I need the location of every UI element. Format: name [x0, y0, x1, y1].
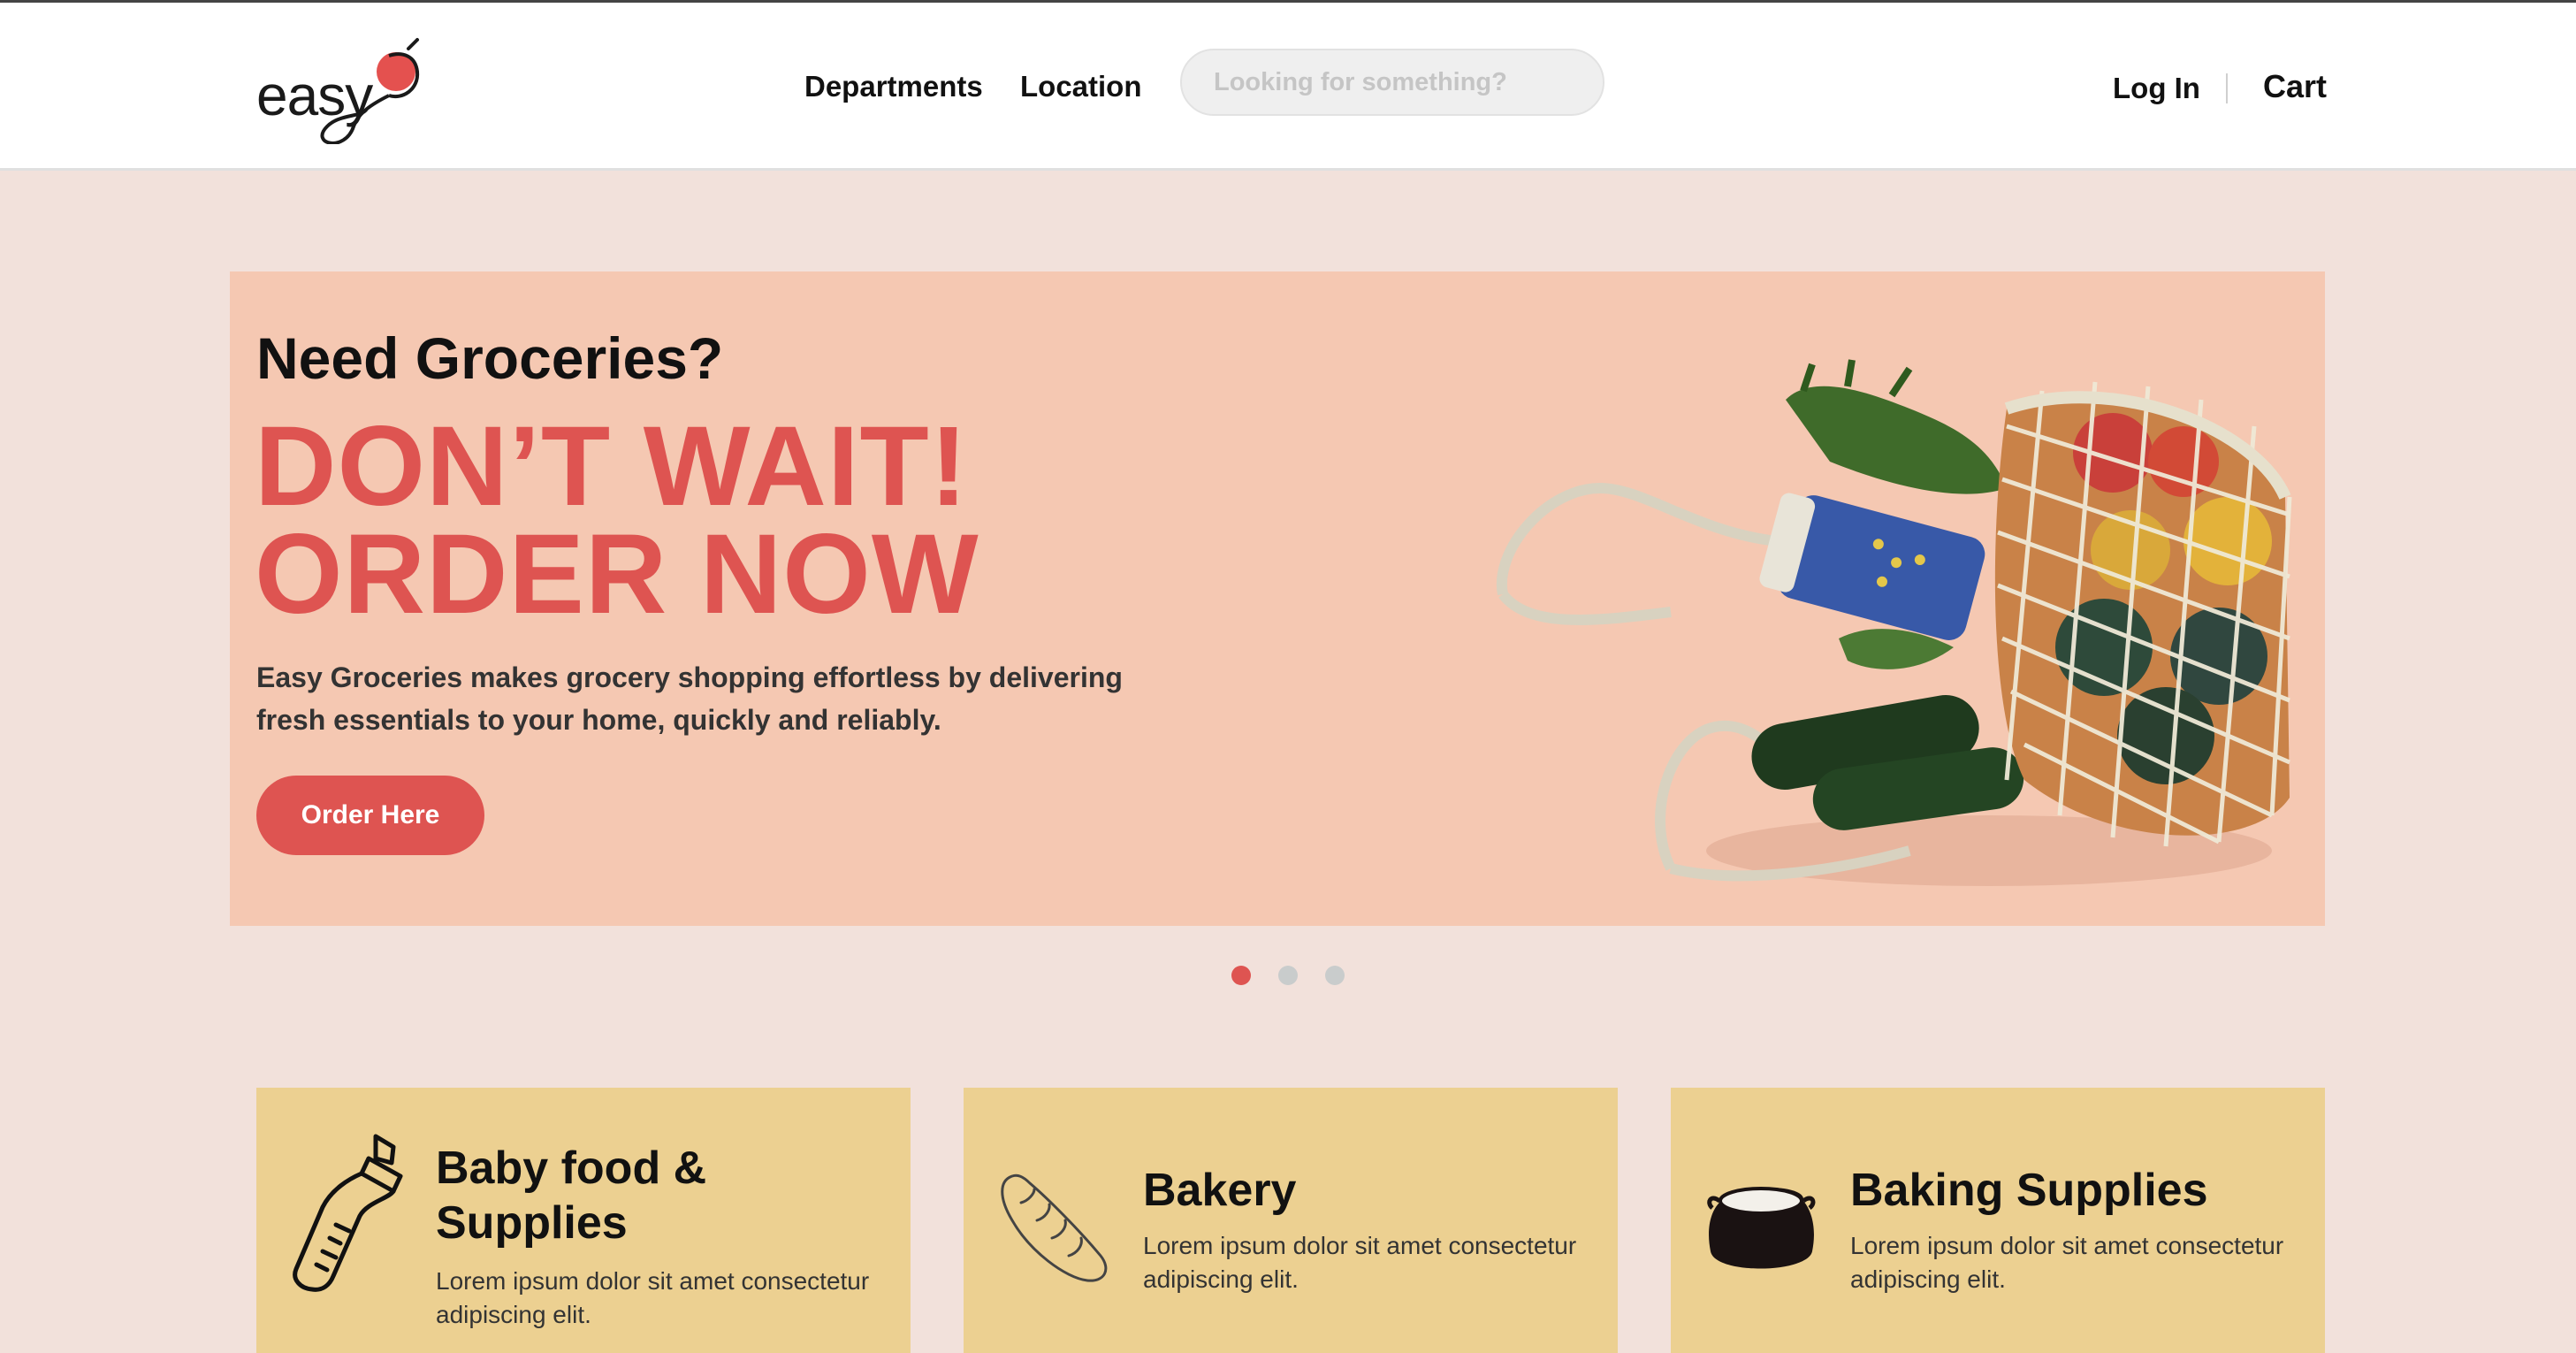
hero-headline: DON’T WAIT! ORDER NOW [255, 403, 1315, 638]
site-header: easy Departments Location Log In Cart [0, 3, 2576, 171]
category-title: Bakery [1143, 1165, 1297, 1216]
site-logo[interactable]: easy [256, 29, 451, 144]
nav-departments[interactable]: Departments [804, 70, 983, 103]
category-description: Lorem ipsum dolor sit amet consectetur a… [1143, 1232, 1577, 1293]
carousel-dot-3[interactable] [1325, 966, 1345, 985]
header-divider [2226, 73, 2228, 103]
category-description: Lorem ipsum dolor sit amet consectetur a… [436, 1267, 870, 1328]
category-description: Lorem ipsum dolor sit amet consectetur a… [1850, 1232, 2284, 1293]
carousel-dot-1[interactable] [1231, 966, 1251, 985]
logo-wordmark: easy [256, 64, 373, 127]
carousel-dot-2[interactable] [1278, 966, 1298, 985]
nav-location[interactable]: Location [1020, 70, 1142, 103]
hero-banner: Need Groceries? DON’T WAIT! ORDER NOW Ea… [230, 271, 2325, 926]
hero-kicker: Need Groceries? [256, 325, 724, 391]
search-input[interactable] [1180, 49, 1604, 116]
category-card-baby-food[interactable]: Baby food & Supplies Lorem ipsum dolor s… [256, 1088, 911, 1353]
flour-sack-icon [1707, 1187, 1816, 1269]
cart-link[interactable]: Cart [2263, 68, 2327, 105]
hero-description: Easy Groceries makes grocery shopping ef… [256, 661, 1123, 736]
grocery-bag-image [1496, 359, 2292, 886]
hero-headline-line-2: ORDER NOW [255, 511, 979, 638]
hero-headline-line-1: DON’T WAIT! [255, 403, 969, 530]
category-card-baking-supplies[interactable]: Baking Supplies Lorem ipsum dolor sit am… [1671, 1088, 2325, 1353]
baby-bottle-icon [293, 1134, 403, 1292]
bread-icon [1001, 1173, 1108, 1282]
order-here-button[interactable]: Order Here [256, 776, 484, 855]
category-card-bakery[interactable]: Bakery Lorem ipsum dolor sit amet consec… [964, 1088, 1618, 1353]
category-title: Baking Supplies [1850, 1165, 2208, 1216]
category-title: Baby food & Supplies [436, 1143, 707, 1249]
login-link[interactable]: Log In [2113, 72, 2200, 105]
